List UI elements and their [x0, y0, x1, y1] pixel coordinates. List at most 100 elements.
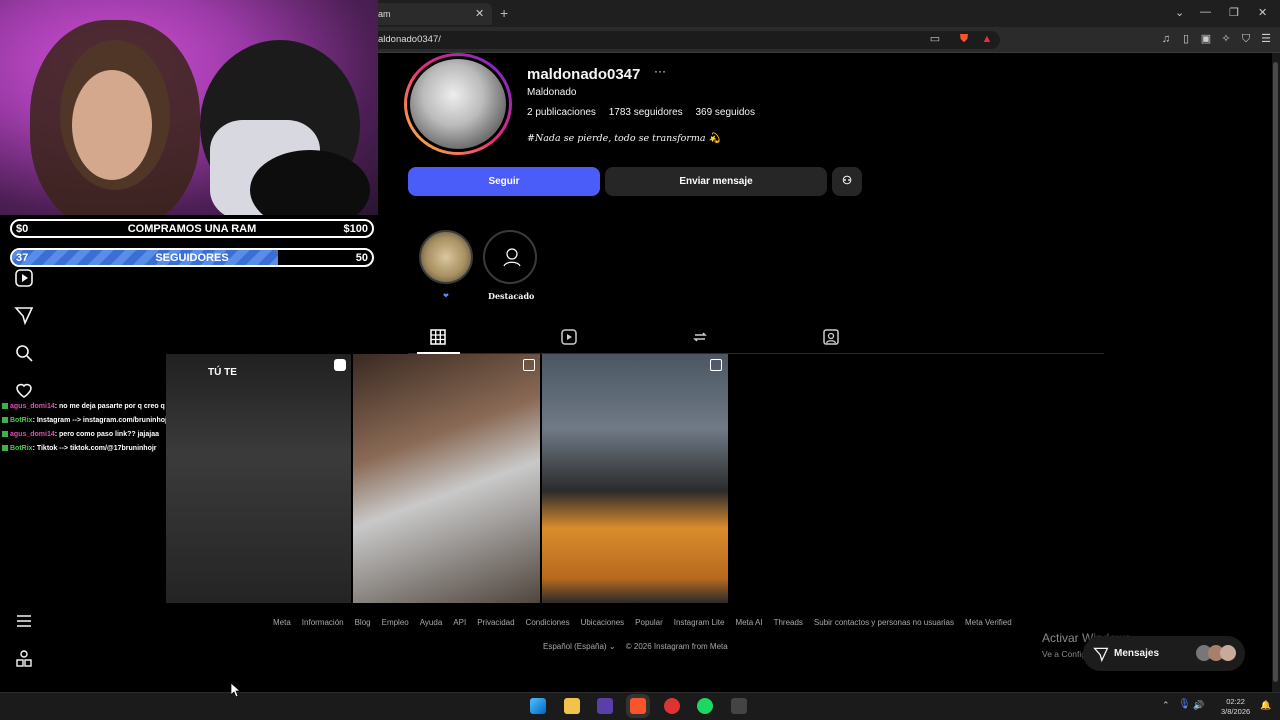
- highlight-label: ❤: [443, 293, 449, 300]
- search-icon[interactable]: [14, 343, 34, 363]
- footer-link[interactable]: Blog: [355, 618, 371, 627]
- chat-user: agus_domi14: [10, 431, 55, 438]
- profile-avatar[interactable]: [404, 53, 512, 155]
- direct-icon[interactable]: [14, 305, 34, 325]
- url-input[interactable]: aldonado0347/: [370, 31, 1000, 49]
- footer-link[interactable]: Ubicaciones: [581, 618, 625, 627]
- notification-bell-icon[interactable]: 🔔: [1260, 700, 1271, 711]
- badge-icon: [2, 431, 8, 438]
- reel-badge-icon: [334, 359, 346, 371]
- menu-icon[interactable]: ☰: [1260, 33, 1272, 45]
- scrollbar-thumb[interactable]: [1273, 62, 1278, 682]
- reels-icon[interactable]: [14, 268, 34, 288]
- more-options-icon[interactable]: ···: [654, 64, 666, 78]
- profile-full-name: Maldonado: [527, 87, 577, 98]
- post-overlay-text: TÚ TE: [208, 367, 237, 378]
- wallet-icon[interactable]: ▣: [1200, 33, 1212, 45]
- tagged-icon[interactable]: [821, 328, 841, 346]
- footer-link[interactable]: Popular: [635, 618, 663, 627]
- close-window-icon[interactable]: ✕: [1258, 6, 1267, 19]
- chat-user: agus_domi14: [10, 403, 55, 410]
- app-icon[interactable]: [731, 698, 747, 714]
- goal-title: COMPRAMOS UNA RAM: [127, 223, 257, 235]
- carousel-badge-icon: [523, 359, 535, 371]
- footer-link[interactable]: Meta AI: [735, 618, 762, 627]
- rewards-icon[interactable]: ▲: [981, 33, 993, 45]
- footer-link[interactable]: Privacidad: [477, 618, 514, 627]
- minimize-icon[interactable]: —: [1200, 6, 1211, 18]
- speaker-icon[interactable]: 🔊: [1193, 700, 1204, 711]
- copyright: © 2026 Instagram from Meta: [625, 642, 728, 651]
- more-menu-icon[interactable]: [14, 611, 34, 631]
- mouse-cursor-icon: [231, 683, 241, 697]
- goal-target: 50: [355, 252, 368, 264]
- app-icon[interactable]: [597, 698, 613, 714]
- send-message-button[interactable]: Enviar mensaje: [605, 167, 827, 196]
- vpn-icon[interactable]: ⛉: [1240, 33, 1252, 45]
- tab-title: am: [378, 9, 391, 19]
- posts-grid-icon[interactable]: [428, 328, 448, 346]
- post-thumbnail[interactable]: [166, 354, 351, 603]
- notifications-heart-icon[interactable]: [14, 380, 34, 400]
- media-icon[interactable]: ♫: [1160, 33, 1172, 45]
- carousel-badge-icon: [710, 359, 722, 371]
- avatar-image: [407, 56, 509, 152]
- profile-stats: 2 publicaciones 1783 seguidores 369 segu…: [527, 107, 765, 118]
- chat-user: BotRix: [10, 417, 33, 424]
- follow-button[interactable]: Seguir: [408, 167, 600, 196]
- reels-tab-icon[interactable]: [559, 328, 579, 346]
- goal-end: $100: [343, 223, 368, 235]
- clock-time: 02:22: [1226, 697, 1245, 706]
- file-explorer-icon[interactable]: [564, 698, 580, 714]
- microphone-icon[interactable]: 🎙: [1178, 699, 1191, 710]
- direct-icon: [1093, 647, 1109, 662]
- footer-link[interactable]: Empleo: [382, 618, 409, 627]
- tray-chevron-icon[interactable]: ⌃: [1162, 700, 1170, 711]
- spotify-icon[interactable]: [697, 698, 713, 714]
- followers-goal-bar: 37 SEGUIDORES 50: [10, 248, 374, 267]
- new-tab-icon[interactable]: +: [500, 5, 508, 21]
- footer-link[interactable]: Información: [302, 618, 344, 627]
- goal-title: SEGUIDORES: [155, 252, 229, 264]
- language-select[interactable]: Español (España) ⌄: [543, 642, 616, 651]
- post-thumbnail[interactable]: [542, 354, 728, 603]
- badge-icon: [2, 417, 8, 424]
- footer-link[interactable]: Instagram Lite: [674, 618, 725, 627]
- footer-link[interactable]: Meta Verified: [965, 618, 1012, 627]
- following-link[interactable]: 369 seguidos: [695, 107, 755, 118]
- browser-tab[interactable]: am: [370, 3, 492, 25]
- badge-icon: [2, 403, 8, 410]
- chat-message: : Instagram --> instagram.com/bruninhojr…: [32, 417, 184, 424]
- meta-apps-icon[interactable]: [14, 649, 34, 669]
- system-clock[interactable]: 02:22 3/8/2026: [1221, 697, 1250, 717]
- chat-user: BotRix: [10, 445, 33, 452]
- brave-browser-icon[interactable]: [630, 698, 646, 714]
- footer-link[interactable]: API: [453, 618, 466, 627]
- footer-link[interactable]: Threads: [774, 618, 803, 627]
- sidebar-icon[interactable]: ▯: [1180, 33, 1192, 45]
- reposts-icon[interactable]: [690, 328, 710, 346]
- highlight-1[interactable]: [419, 230, 473, 284]
- webcam-feed: [0, 0, 378, 215]
- chat-message: : Tiktok --> tiktok.com/@17bruninhojr: [32, 445, 157, 452]
- brave-shield-icon[interactable]: ⛊: [958, 33, 970, 45]
- post-thumbnail[interactable]: [353, 354, 540, 603]
- highlight-label: Destacado: [488, 291, 535, 301]
- close-tab-icon[interactable]: ✕: [475, 7, 484, 20]
- footer-link[interactable]: Ayuda: [420, 618, 443, 627]
- footer-link[interactable]: Condiciones: [526, 618, 570, 627]
- ai-icon[interactable]: ✧: [1220, 33, 1232, 45]
- cast-icon[interactable]: ▭: [929, 33, 941, 45]
- obs-icon[interactable]: [664, 698, 680, 714]
- chat-message: : pero como paso link?? jajajaa: [54, 431, 159, 438]
- highlight-2[interactable]: [483, 230, 537, 284]
- tab-search-icon[interactable]: ⌄: [1175, 6, 1184, 19]
- footer-link[interactable]: Meta: [273, 618, 291, 627]
- footer-link[interactable]: Subir contactos y personas no usuarias: [814, 618, 954, 627]
- suggested-users-icon[interactable]: ⚇: [832, 167, 862, 196]
- profile-username: maldonado0347: [527, 66, 641, 83]
- followers-link[interactable]: 1783 seguidores: [609, 107, 683, 118]
- maximize-icon[interactable]: ❐: [1229, 6, 1239, 19]
- start-icon[interactable]: [530, 698, 546, 714]
- user-icon: [503, 248, 521, 267]
